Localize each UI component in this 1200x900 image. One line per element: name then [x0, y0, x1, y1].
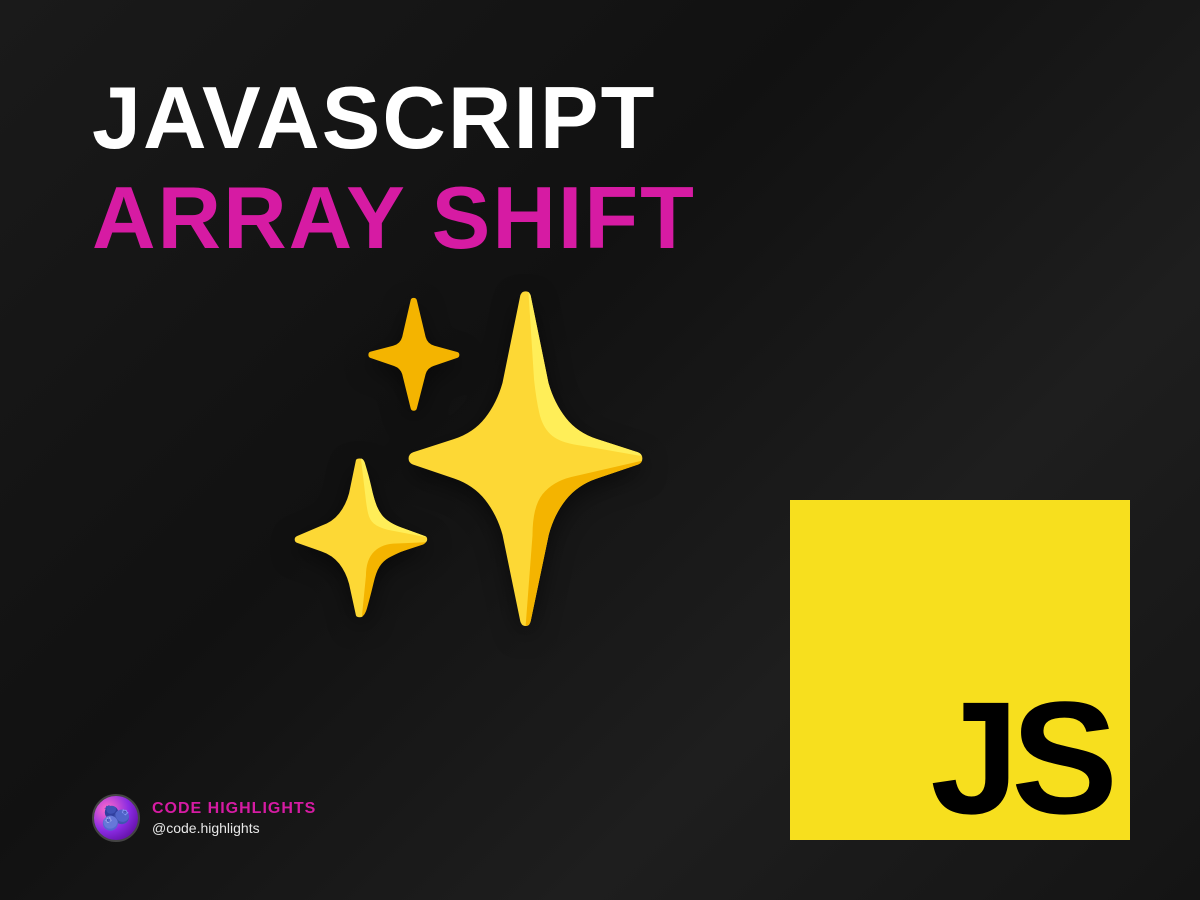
- brand-text-block: CODE HIGHLIGHTS @code.highlights: [152, 800, 316, 836]
- title-block: JAVASCRIPT ARRAY SHIFT: [92, 72, 696, 265]
- brand-handle: @code.highlights: [152, 820, 316, 836]
- title-line-2: ARRAY SHIFT: [92, 172, 696, 264]
- js-logo-badge: JS: [790, 500, 1130, 840]
- brand-avatar-icon: 🫐: [92, 794, 140, 842]
- js-logo-text: JS: [930, 666, 1110, 850]
- brand-name: CODE HIGHLIGHTS: [152, 800, 316, 818]
- title-line-1: JAVASCRIPT: [92, 72, 696, 164]
- footer-brand: 🫐 CODE HIGHLIGHTS @code.highlights: [92, 794, 316, 842]
- sparkles-icon: ✨: [270, 300, 668, 620]
